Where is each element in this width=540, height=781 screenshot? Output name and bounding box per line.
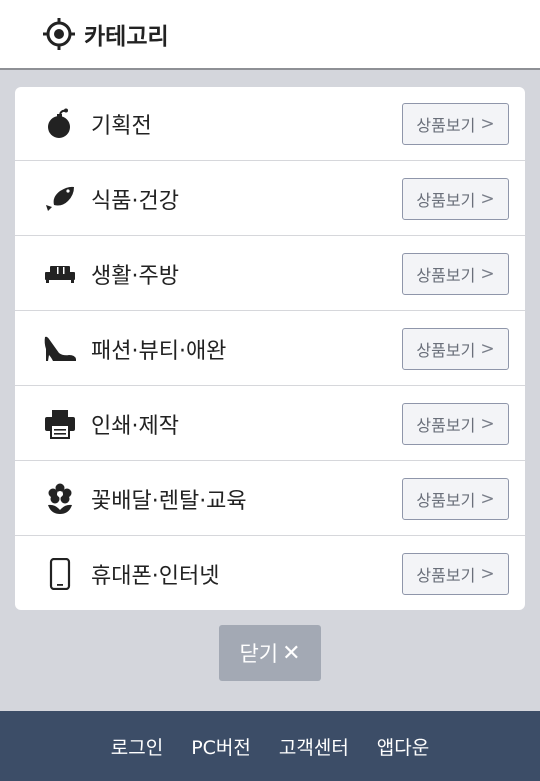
bomb-icon — [43, 107, 77, 141]
footer-link-customer-center[interactable]: 고객센터 — [265, 733, 363, 760]
view-products-button[interactable]: 상품보기 > — [402, 102, 509, 145]
sofa-icon — [43, 257, 77, 291]
target-icon — [42, 17, 76, 51]
mobile-phone-icon — [43, 557, 77, 591]
category-row-living-kitchen[interactable]: 생활·주방 상품보기 > — [15, 237, 525, 311]
category-label: 패션·뷰티·애완 — [91, 338, 227, 364]
category-label: 생활·주방 — [91, 263, 179, 289]
close-button[interactable]: 닫기 ✕ — [219, 625, 321, 681]
chevron-right-icon: > — [480, 113, 495, 134]
category-label: 휴대폰·인터넷 — [91, 564, 220, 589]
view-products-button[interactable]: 상품보기 > — [402, 402, 509, 445]
high-heel-icon — [43, 332, 77, 366]
flower-icon — [43, 482, 77, 516]
view-products-button[interactable]: 상품보기 > — [402, 327, 509, 370]
category-label: 꽃배달·렌탈·교육 — [91, 488, 247, 514]
chevron-right-icon: > — [480, 263, 495, 284]
view-products-button[interactable]: 상품보기 > — [402, 477, 509, 520]
header: 카테고리 — [0, 0, 540, 70]
page-title: 카테고리 — [84, 24, 169, 50]
category-row-phone-internet[interactable]: 휴대폰·인터넷 상품보기 > — [15, 537, 525, 610]
footer-link-pc-version[interactable]: PC버전 — [177, 733, 265, 760]
view-products-button[interactable]: 상품보기 > — [402, 553, 509, 595]
chevron-right-icon: > — [480, 188, 495, 209]
category-row-exhibition[interactable]: 기획전 상품보기 > — [15, 87, 525, 161]
category-row-flower-rental-education[interactable]: 꽃배달·렌탈·교육 상품보기 > — [15, 462, 525, 536]
category-row-print-production[interactable]: 인쇄·제작 상품보기 > — [15, 387, 525, 461]
printer-icon — [43, 407, 77, 441]
chevron-right-icon: > — [480, 413, 495, 434]
close-icon: ✕ — [282, 640, 301, 666]
category-label: 식품·건강 — [91, 188, 179, 214]
chevron-right-icon: > — [480, 488, 495, 509]
category-row-fashion-beauty-pet[interactable]: 패션·뷰티·애완 상품보기 > — [15, 312, 525, 386]
view-products-button[interactable]: 상품보기 > — [402, 252, 509, 295]
fish-icon — [43, 182, 77, 216]
chevron-right-icon: > — [480, 564, 495, 584]
footer-link-login[interactable]: 로그인 — [97, 733, 177, 760]
category-list: 기획전 상품보기 > 식품·건강 상품보기 > 생활·주방 상품보기 > 패션·… — [15, 87, 525, 610]
category-label: 인쇄·제작 — [91, 413, 179, 439]
footer: 로그인 PC버전 고객센터 앱다운 — [0, 711, 540, 781]
view-products-button[interactable]: 상품보기 > — [402, 177, 509, 220]
chevron-right-icon: > — [480, 338, 495, 359]
footer-link-app-download[interactable]: 앱다운 — [363, 733, 443, 760]
category-row-food-health[interactable]: 식품·건강 상품보기 > — [15, 162, 525, 236]
category-label: 기획전 — [91, 113, 152, 139]
